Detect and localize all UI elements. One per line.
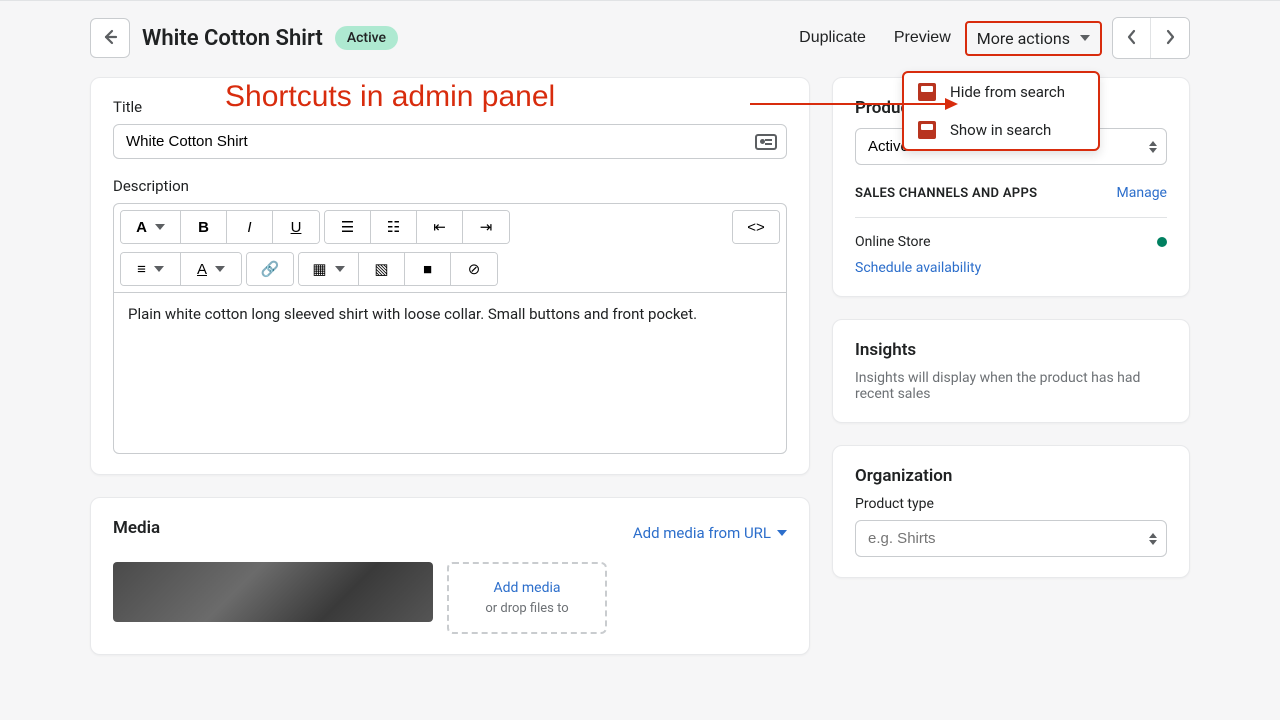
add-media-link: Add media: [459, 580, 595, 596]
id-card-icon: [755, 134, 777, 150]
rte-number-list-button[interactable]: ☷: [371, 211, 417, 243]
organization-heading: Organization: [855, 466, 1167, 486]
organization-card: Organization Product type: [832, 445, 1190, 578]
rte-link-button[interactable]: 🔗: [247, 253, 293, 285]
dropdown-item-label: Hide from search: [950, 83, 1065, 101]
rte-image-button[interactable]: ▧: [359, 253, 405, 285]
insights-card: Insights Insights will display when the …: [832, 319, 1190, 423]
status-badge: Active: [335, 26, 398, 50]
rich-text-editor: A B I U ☰ ☷ ⇤ ⇥ <>: [113, 203, 787, 454]
status-dot-icon: [1157, 237, 1167, 247]
back-button[interactable]: [90, 18, 130, 58]
caret-down-icon: [154, 266, 164, 272]
app-icon: [918, 121, 936, 139]
align-icon: ≡: [137, 261, 146, 278]
media-card: Media Add media from URL Add media or dr…: [90, 497, 810, 655]
more-actions-label: More actions: [977, 29, 1070, 48]
product-type-input[interactable]: [855, 520, 1167, 557]
insights-heading: Insights: [855, 340, 1167, 360]
rte-outdent-button[interactable]: ⇤: [417, 211, 463, 243]
chevron-right-icon: [1164, 29, 1176, 48]
rte-clear-button[interactable]: ⊘: [451, 253, 497, 285]
rte-underline-button[interactable]: U: [273, 211, 319, 243]
code-icon: <>: [747, 219, 765, 236]
preview-button[interactable]: Preview: [880, 21, 965, 55]
description-label: Description: [113, 177, 787, 195]
indent-icon: ⇥: [480, 218, 493, 236]
rte-indent-button[interactable]: ⇥: [463, 211, 509, 243]
title-input[interactable]: [113, 124, 787, 159]
media-dropzone[interactable]: Add media or drop files to: [447, 562, 607, 634]
insights-text: Insights will display when the product h…: [855, 370, 1167, 402]
outdent-icon: ⇤: [433, 218, 446, 236]
next-button[interactable]: [1151, 18, 1189, 58]
channel-online-store: Online Store: [855, 234, 931, 250]
bullet-list-icon: ☰: [341, 218, 354, 236]
caret-down-icon: [777, 530, 787, 536]
caret-down-icon: [155, 224, 165, 230]
rte-table-button[interactable]: ▦: [299, 253, 359, 285]
dropdown-item-label: Show in search: [950, 121, 1051, 139]
rte-align-button[interactable]: ≡: [121, 253, 181, 285]
prev-button[interactable]: [1113, 18, 1151, 58]
dropzone-subtext: or drop files to: [485, 601, 568, 616]
rte-color-button[interactable]: A: [181, 253, 241, 285]
table-icon: ▦: [312, 260, 326, 278]
caret-down-icon: [215, 266, 225, 272]
duplicate-button[interactable]: Duplicate: [785, 21, 880, 55]
video-icon: ■: [423, 261, 432, 278]
media-thumbnail[interactable]: [113, 562, 433, 622]
rte-toolbar: A B I U ☰ ☷ ⇤ ⇥ <>: [114, 204, 786, 293]
text-color-icon: A: [197, 261, 207, 278]
title-description-card: Title Description A B I U: [90, 77, 810, 475]
page-title: White Cotton Shirt: [142, 26, 323, 51]
chevron-left-icon: [1126, 29, 1138, 48]
manage-link[interactable]: Manage: [1117, 185, 1167, 201]
link-icon: 🔗: [261, 260, 280, 278]
rte-format-button[interactable]: A: [121, 211, 181, 243]
arrow-left-icon: [100, 27, 120, 50]
rte-video-button[interactable]: ■: [405, 253, 451, 285]
rte-html-button[interactable]: <>: [733, 211, 779, 243]
caret-down-icon: [1080, 35, 1090, 41]
dropdown-show-in-search[interactable]: Show in search: [904, 111, 1098, 149]
description-textarea[interactable]: Plain white cotton long sleeved shirt wi…: [114, 293, 786, 453]
annotation-arrow-icon: [750, 94, 960, 114]
image-icon: ▧: [374, 260, 388, 278]
sales-channels-heading: SALES CHANNELS AND APPS: [855, 186, 1037, 201]
add-media-url-link[interactable]: Add media from URL: [633, 524, 787, 542]
rte-bold-button[interactable]: B: [181, 211, 227, 243]
select-arrows-icon: [1149, 141, 1157, 153]
schedule-availability-link[interactable]: Schedule availability: [855, 260, 981, 276]
product-type-label: Product type: [855, 496, 1167, 512]
rte-bullet-list-button[interactable]: ☰: [325, 211, 371, 243]
annotation-text: Shortcuts in admin panel: [225, 80, 555, 114]
more-actions-button[interactable]: More actions Hide from search Show in se…: [965, 21, 1102, 56]
clear-format-icon: ⊘: [468, 260, 481, 278]
rte-italic-button[interactable]: I: [227, 211, 273, 243]
media-heading: Media: [113, 518, 160, 538]
select-arrows-icon: [1149, 533, 1157, 545]
caret-down-icon: [335, 266, 345, 272]
number-list-icon: ☷: [387, 218, 400, 236]
